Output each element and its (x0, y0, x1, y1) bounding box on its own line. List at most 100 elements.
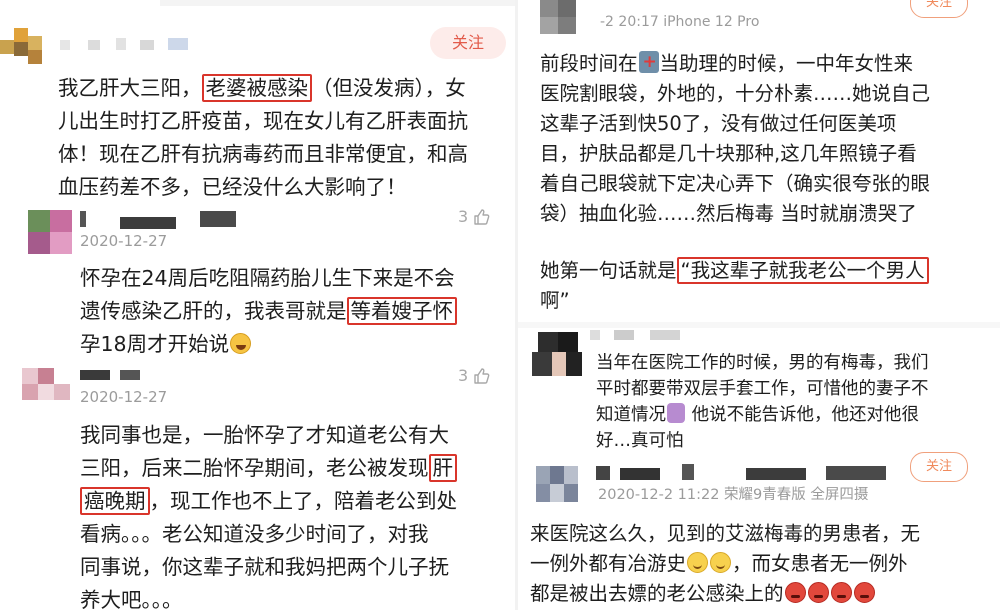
like-button[interactable]: 3 (458, 207, 490, 226)
text-line: 血压药差不多，已经没什么大影响了！ (58, 171, 508, 204)
text-segment: 这辈子活到快50了，没有做过任何医美项 (540, 112, 897, 135)
text-segment: 养大吧。。。 (80, 588, 183, 610)
text-line: 前段时间在当助理的时候，一中年女性来 (540, 47, 995, 79)
text-line: 来医院这么久，见到的艾滋梅毒的男患者，无 (530, 519, 995, 549)
text-segment: 同事说，你这辈子就和我妈把两个儿子抚 (80, 555, 449, 579)
post-meta: 2020-12-2 11:22 荣耀9青春版 全屏四摄 (598, 487, 869, 503)
avatar[interactable] (536, 466, 578, 502)
text-segment: 我同事也是，一胎怀孕了才知道老公有大 (80, 423, 449, 447)
text-segment: 血压药差不多，已经没什么大影响了！ (58, 175, 407, 199)
post-line: 我乙肝大三阳， 老婆被感染 （但没发病），女 儿出生时打乙肝疫苗，现在女儿有乙肝表面抗… (58, 72, 508, 204)
text-line: 三阳，后来二胎怀孕期间，老公被发现肝 (80, 452, 510, 485)
reply-body: 我同事也是，一胎怀孕了才知道老公有大三阳，后来二胎怀孕期间，老公被发现肝癌晚期，… (80, 419, 510, 610)
text-segment: 我乙肝大三阳， (58, 76, 202, 100)
post-body: 来医院这么久，见到的艾滋梅毒的男患者，无 一例外都有冶游史 ，而女患者无一例外都是被… (530, 519, 995, 609)
post-body: 前段时间在当助理的时候，一中年女性来医院割眼袋，外地的，十分朴素……她说自己这辈… (540, 47, 995, 229)
text-segment: 他说不能告诉他，他还对他很 (686, 405, 920, 425)
text-segment: 都是被出去嫖的老公感染上的 (530, 582, 784, 605)
text-segment: ，而女患者无一例外 (732, 552, 908, 575)
like-button[interactable]: 3 (458, 366, 490, 385)
post-quote: 她第一句话就是 “我这辈子就我老公一个男人啊” (540, 256, 995, 316)
text-line: 知道情况 他说不能告诉他，他还对他很 (596, 402, 996, 428)
follow-button[interactable]: 关注 (910, 452, 968, 482)
reply-body: 当年在医院工作的时候，男的有梅毒，我们 平时都要带双层手套工作，可惜他的妻子不 知道… (596, 350, 996, 454)
smile-emoji-icon (687, 552, 709, 573)
angry-emoji-icon (784, 582, 806, 603)
text-segment: 啊” (540, 289, 570, 312)
reply-body: 怀孕在24周后吃阻隔药胎儿生下来是不会 遗传感染乙肝的，我表哥就是 等着嫂子怀孕18… (80, 262, 510, 361)
laugh-emoji-icon (230, 333, 252, 354)
username-mosaic[interactable] (596, 462, 896, 482)
highlighted-text: “我这辈子就我老公一个男人 (676, 257, 929, 284)
text-line: 她第一句话就是 “我这辈子就我老公一个男人 (540, 256, 995, 286)
text-segment: 平时都要带双层手套工作，可惜他的妻子不 (596, 379, 929, 399)
text-line: 好…真可怕 (596, 428, 996, 454)
text-line: 同事说，你这辈子就和我妈把两个儿子抚 (80, 551, 510, 584)
text-segment: 孕18周才开始说 (80, 332, 230, 356)
reply-date: 2020-12-27 (80, 232, 168, 250)
like-count: 3 (458, 207, 469, 226)
angry-emoji-icon (853, 582, 875, 603)
post-body: 我乙肝大三阳， 老婆被感染 （但没发病），女 儿出生时打乙肝疫苗，现在女儿有乙肝表面抗… (58, 72, 508, 204)
thumbs-up-icon (474, 367, 490, 384)
left-screenshot-panel: 关注 我乙肝大三阳， 老婆被感染 （但没发病），女 儿出生时打乙肝疫苗，现在女儿有乙肝… (0, 0, 515, 610)
post-meta: -2 20:17 iPhone 12 Pro (600, 14, 760, 30)
text-line: 这辈子活到快50了，没有做过任何医美项 (540, 109, 995, 139)
like-count: 3 (458, 366, 469, 385)
text-line: 当年在医院工作的时候，男的有梅毒，我们 (596, 350, 996, 376)
reply-avatar[interactable] (22, 368, 70, 416)
text-line: 医院割眼袋，外地的，十分朴素……她说自己 (540, 79, 995, 109)
text-segment: 来医院这么久，见到的艾滋梅毒的男患者，无 (530, 522, 921, 545)
reply-avatar[interactable] (532, 332, 584, 380)
text-segment: 当助理的时候，一中年女性来 (659, 52, 914, 75)
text-line: 养大吧。。。 (80, 584, 510, 610)
text-line: 一例外都有冶游史 ，而女患者无一例外 (530, 549, 995, 579)
reply-date: 2020-12-27 (80, 388, 168, 406)
text-segment: 着自己眼袋就下定决心弄下（确实很夸张的眼 (540, 172, 931, 195)
avatar[interactable] (0, 22, 48, 70)
reply-username-mosaic[interactable] (80, 366, 170, 382)
text-segment: 医院割眼袋，外地的，十分朴素……她说自己 (540, 82, 931, 105)
username-mosaic[interactable] (60, 36, 190, 52)
text-segment: 一例外都有冶游史 (530, 552, 687, 575)
thumbs-up-icon (474, 208, 490, 225)
text-line: 我同事也是，一胎怀孕了才知道老公有大 (80, 419, 510, 452)
text-segment: 目，护肤品都是几十块那种,这几年照镜子看 (540, 142, 917, 165)
highlighted-text: 等着嫂子怀 (346, 297, 457, 325)
angry-emoji-icon (830, 582, 852, 603)
text-line: 目，护肤品都是几十块那种,这几年照镜子看 (540, 139, 995, 169)
reply-avatar[interactable] (28, 210, 72, 254)
text-line: 癌晚期 ，现工作也不上了，陪着老公到处 (80, 485, 510, 518)
highlighted-text: 癌晚期 (80, 487, 150, 515)
reply-username-mosaic[interactable] (80, 207, 240, 229)
text-line: 孕18周才开始说 (80, 328, 510, 361)
text-segment: 好…真可怕 (596, 431, 684, 451)
text-line: 都是被出去嫖的老公感染上的 (530, 579, 995, 609)
text-line: 平时都要带双层手套工作，可惜他的妻子不 (596, 376, 996, 402)
text-segment: 遗传感染乙肝的，我表哥就是 (80, 299, 347, 323)
text-line: 啊” (540, 286, 995, 316)
facepalm-emoji-icon (667, 403, 685, 423)
text-segment: 儿出生时打乙肝疫苗，现在女儿有乙肝表面抗 (58, 109, 468, 133)
text-segment: 怀孕在24周后吃阻隔药胎儿生下来是不会 (80, 266, 455, 290)
text-segment: 体！现在乙肝有抗病毒药而且非常便宜，和高 (58, 142, 468, 166)
text-segment: 知道情况 (596, 405, 666, 425)
top-strip (160, 0, 515, 6)
text-segment: ，现工作也不上了，陪着老公到处 (149, 489, 458, 513)
follow-button[interactable]: 关注 (430, 27, 506, 59)
follow-button[interactable]: 关注 (910, 0, 968, 18)
text-line: 怀孕在24周后吃阻隔药胎儿生下来是不会 (80, 262, 510, 295)
reply-username-mosaic[interactable] (590, 328, 730, 342)
text-segment: 前段时间在 (540, 52, 638, 75)
right-screenshot-panel: -2 20:17 iPhone 12 Pro 关注 前段时间在当助理的时候，一中… (518, 0, 1000, 610)
text-segment: 三阳，后来二胎怀孕期间，老公被发现 (80, 456, 429, 480)
angry-emoji-icon (807, 582, 829, 603)
text-segment: 她第一句话就是 (540, 259, 677, 282)
avatar[interactable] (540, 0, 576, 34)
text-line: 体！现在乙肝有抗病毒药而且非常便宜，和高 (58, 138, 508, 171)
text-line: 看病。。。老公知道没多少时间了，对我 (80, 518, 510, 551)
text-line: 儿出生时打乙肝疫苗，现在女儿有乙肝表面抗 (58, 105, 508, 138)
text-line: 袋）抽血化验……然后梅毒 当时就崩溃哭了 (540, 199, 995, 229)
text-line: 着自己眼袋就下定决心弄下（确实很夸张的眼 (540, 169, 995, 199)
highlighted-text: 老婆被感染 (201, 74, 312, 102)
